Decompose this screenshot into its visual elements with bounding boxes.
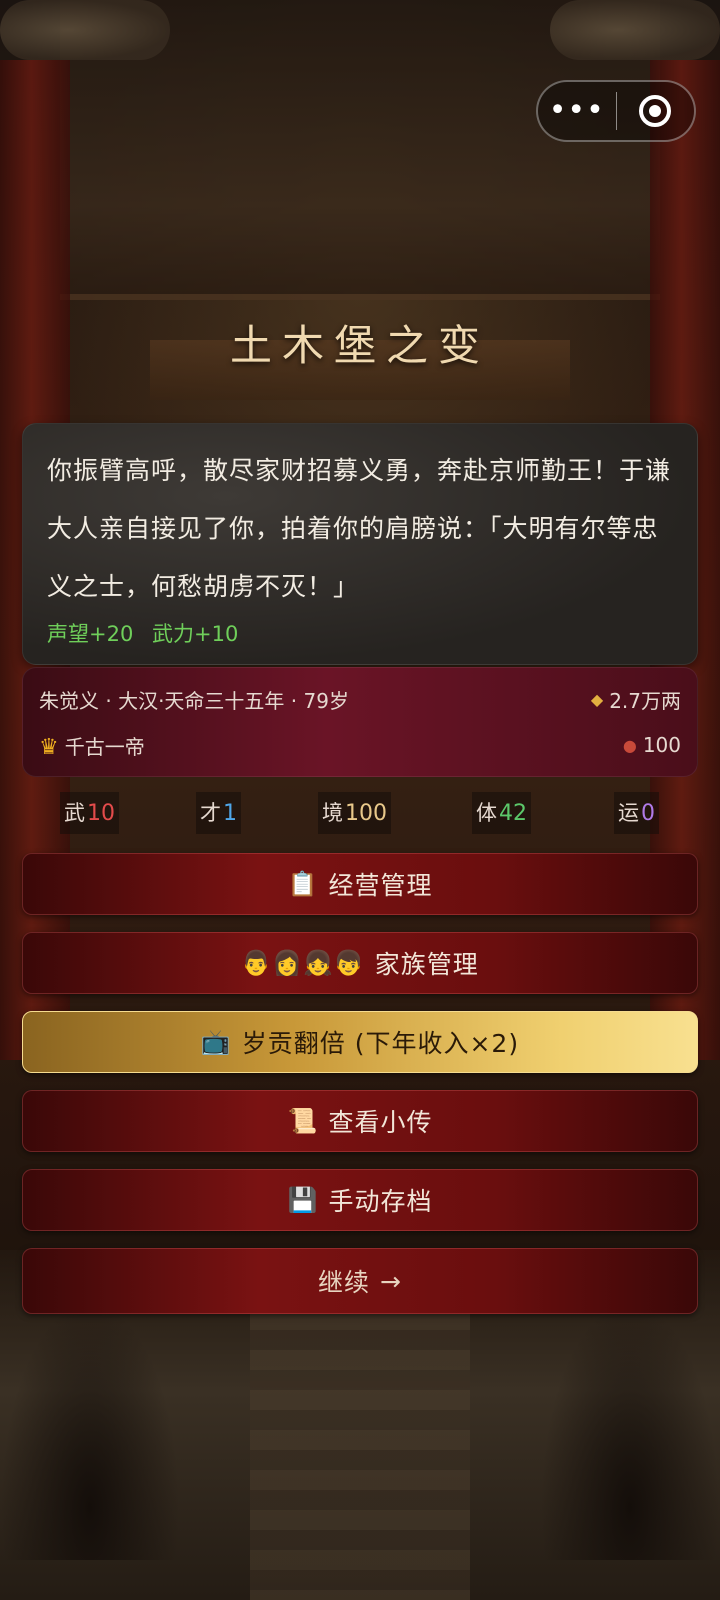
bag-icon: ● (622, 735, 637, 755)
tv-icon: 📺 (200, 1028, 232, 1056)
target-close-icon[interactable] (617, 95, 695, 127)
story-effects: 声望+20 武力+10 (47, 618, 673, 648)
family-icon: 👨👩👧👦 (241, 949, 365, 977)
tribute-double-button[interactable]: 📺 岁贡翻倍 (下年收入×2) (22, 1011, 698, 1073)
carpet (250, 1270, 470, 1600)
scroll-icon: 📜 (287, 1107, 319, 1135)
stat-physique: 体42 (472, 792, 531, 834)
floppy-disk-icon: 💾 (287, 1186, 319, 1214)
crowd-silhouette (0, 1300, 180, 1560)
title-display: ♛ 千古一帝 (39, 731, 145, 760)
tribute-label: 岁贡翻倍 (下年收入×2) (241, 1029, 520, 1058)
character-summary: 朱觉义 · 大汉·天命三十五年 · 79岁 (39, 688, 349, 713)
save-button[interactable]: 💾 手动存档 (22, 1169, 698, 1231)
clipboard-icon: 📋 (287, 870, 319, 898)
item-count: 100 (642, 733, 681, 757)
family-label: 家族管理 (374, 950, 479, 979)
crowd-silhouette (540, 1300, 720, 1560)
save-label: 手动存档 (328, 1187, 433, 1216)
arrow-right-icon: → (380, 1266, 402, 1296)
stat-martial: 武10 (60, 792, 119, 834)
effect-force: 武力+10 (152, 622, 239, 646)
mini-program-capsule: ••• (536, 80, 696, 142)
biography-button[interactable]: 📜 查看小传 (22, 1090, 698, 1152)
story-card: 你振臂高呼，散尽家财招募义勇，奔赴京师勤王！于谦大人亲自接见了你，拍着你的肩膀说… (22, 423, 698, 665)
continue-button[interactable]: 继续 → (22, 1248, 698, 1314)
continue-label: 继续 (318, 1268, 371, 1297)
stat-realm: 境100 (318, 792, 391, 834)
more-dots-icon[interactable]: ••• (538, 96, 616, 126)
family-button[interactable]: 👨👩👧👦 家族管理 (22, 932, 698, 994)
stat-luck: 运0 (614, 792, 659, 834)
emperor-title: 千古一帝 (64, 734, 145, 759)
item-display: ● 100 (623, 733, 681, 757)
cloud-decoration (0, 0, 170, 60)
cloud-decoration (550, 0, 720, 60)
gold-ingot-icon: ◆ (590, 689, 604, 709)
money-value: 2.7万两 (609, 688, 681, 713)
effect-reputation: 声望+20 (47, 622, 134, 646)
manage-label: 经营管理 (328, 871, 433, 900)
manage-button[interactable]: 📋 经营管理 (22, 853, 698, 915)
character-info-panel: 朱觉义 · 大汉·天命三十五年 · 79岁 ◆ 2.7万两 ♛ 千古一帝 ● 10… (22, 667, 698, 777)
story-text: 你振臂高呼，散尽家财招募义勇，奔赴京师勤王！于谦大人亲自接见了你，拍着你的肩膀说… (47, 456, 672, 601)
stat-talent: 才1 (196, 792, 241, 834)
stats-bar: 武10 才1 境100 体42 运0 (0, 792, 720, 838)
biography-label: 查看小传 (328, 1108, 433, 1137)
crown-icon: ♛ (39, 734, 59, 760)
money-display: ◆ 2.7万两 (591, 685, 681, 714)
event-title: 土木堡之变 (229, 321, 490, 370)
